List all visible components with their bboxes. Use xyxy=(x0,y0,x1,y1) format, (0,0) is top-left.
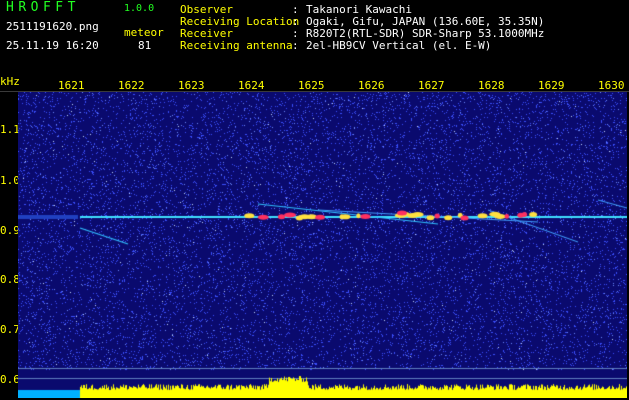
hrofft-window: HROFFT 1.0.0 2511191620.png 25.11.19 16:… xyxy=(0,0,629,400)
detection-type-label: meteor xyxy=(124,26,164,39)
y-tick-label: 0.6 xyxy=(0,373,20,386)
y-tick-label: 0.8 xyxy=(0,273,20,286)
spectrogram-canvas xyxy=(18,92,627,398)
info-row-antenna: Receiving antenna : 2el-HB9CV Vertical (… xyxy=(180,40,620,52)
app-version: 1.0.0 xyxy=(124,3,155,14)
detection-count: 81 xyxy=(138,39,152,52)
info-value: 2el-HB9CV Vertical (el. E-W) xyxy=(306,39,492,52)
app-title: HROFFT xyxy=(6,0,80,15)
y-tick-label: 1.0 xyxy=(0,174,20,187)
y-tick-label: 0.7 xyxy=(0,323,20,336)
info-colon: : xyxy=(292,39,299,52)
file-name: 2511191620.png xyxy=(6,20,99,33)
capture-datetime: 25.11.19 16:20 xyxy=(6,39,99,52)
y-tick-label: 0.9 xyxy=(0,224,20,237)
frequency-unit-label: kHz xyxy=(0,75,20,88)
y-tick-label: 1.1 xyxy=(0,123,20,136)
info-label: Receiving antenna xyxy=(180,39,293,52)
